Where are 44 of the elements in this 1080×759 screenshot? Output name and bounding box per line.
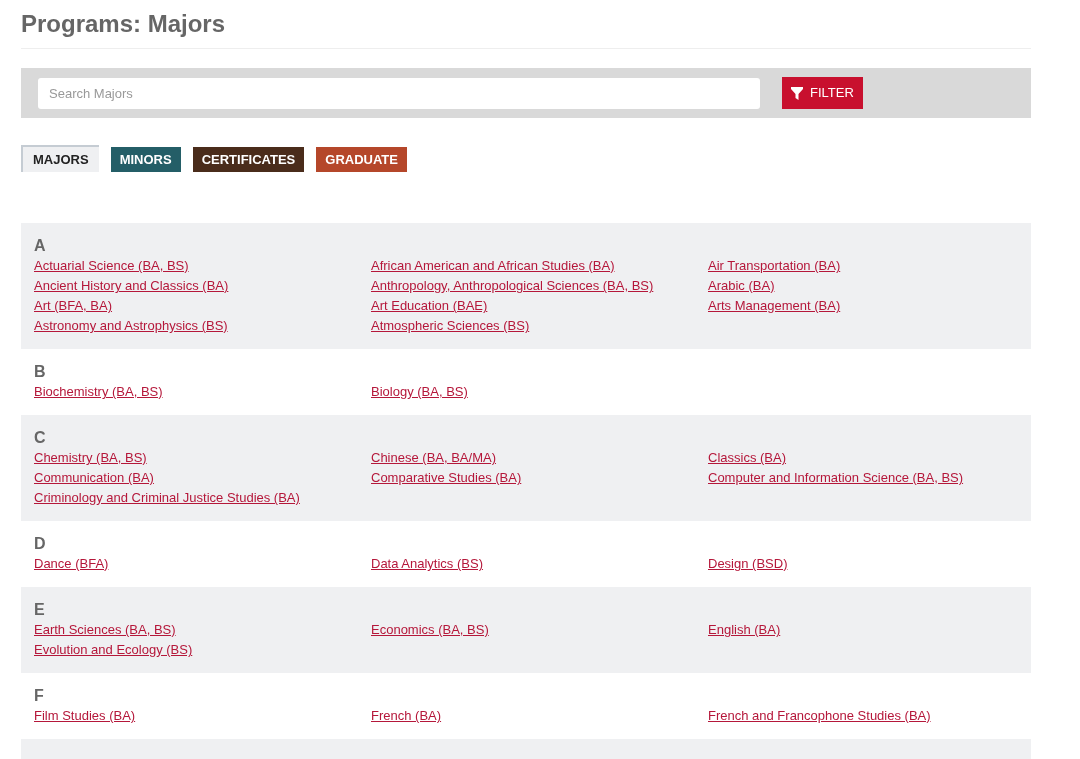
section-letter: C bbox=[34, 428, 47, 448]
major-link[interactable]: Design (BSD) bbox=[708, 554, 788, 574]
section-letter: D bbox=[34, 534, 47, 554]
major-link[interactable]: Classics (BA) bbox=[708, 448, 786, 468]
filter-button[interactable]: FILTER bbox=[782, 77, 863, 109]
major-link[interactable]: English (BA) bbox=[708, 620, 781, 640]
major-link[interactable]: French and Francophone Studies (BA) bbox=[708, 706, 931, 726]
major-link[interactable]: Economics (BA, BS) bbox=[371, 620, 489, 640]
major-link[interactable]: Anthropology, Anthropological Sciences (BA, BS) bbox=[371, 276, 654, 296]
major-link[interactable]: Criminology and Criminal Justice Studies (BA) bbox=[34, 488, 300, 508]
search-field[interactable]: Search Majors bbox=[38, 77, 760, 109]
section-letter: F bbox=[34, 686, 45, 706]
major-link[interactable]: French (BA) bbox=[371, 706, 442, 726]
major-link[interactable]: Art (BFA, BA) bbox=[34, 296, 112, 316]
major-link[interactable]: Comparative Studies (BA) bbox=[371, 468, 522, 488]
tab[interactable]: CERTIFICATES bbox=[192, 147, 305, 172]
major-link[interactable]: Biology (BA, BS) bbox=[371, 382, 468, 402]
major-link[interactable]: Chinese (BA, BA/MA) bbox=[371, 448, 496, 468]
major-link[interactable]: Computer and Information Science (BA, BS) bbox=[708, 468, 964, 488]
major-link[interactable]: Air Transportation (BA) bbox=[708, 256, 841, 276]
major-link[interactable]: African American and African Studies (BA) bbox=[371, 256, 615, 276]
section-letter: A bbox=[34, 236, 47, 256]
tab[interactable]: MINORS bbox=[110, 147, 181, 172]
major-link[interactable]: Chemistry (BA, BS) bbox=[34, 448, 147, 468]
major-link[interactable]: Evolution and Ecology (BS) bbox=[34, 640, 193, 660]
filter-icon bbox=[791, 86, 803, 100]
major-link[interactable]: Atmospheric Sciences (BS) bbox=[371, 316, 530, 336]
major-link[interactable]: Art Education (BAE) bbox=[371, 296, 488, 316]
page-title: Programs: Majors bbox=[21, 10, 227, 38]
major-link[interactable]: Data Analytics (BS) bbox=[371, 554, 483, 574]
major-link[interactable]: Arts Management (BA) bbox=[708, 296, 841, 316]
section-letter: B bbox=[34, 362, 47, 382]
major-link[interactable]: Dance (BFA) bbox=[34, 554, 109, 574]
major-link[interactable]: Communication (BA) bbox=[34, 468, 154, 488]
major-link[interactable]: Actuarial Science (BA, BS) bbox=[34, 256, 189, 276]
tab[interactable]: MAJORS bbox=[21, 145, 99, 172]
major-link[interactable]: Earth Sciences (BA, BS) bbox=[34, 620, 176, 640]
major-link[interactable]: Ancient History and Classics (BA) bbox=[34, 276, 229, 296]
major-link[interactable]: Biochemistry (BA, BS) bbox=[34, 382, 163, 402]
major-link[interactable]: Film Studies (BA) bbox=[34, 706, 136, 726]
section-letter: E bbox=[34, 600, 46, 620]
major-link[interactable]: Arabic (BA) bbox=[708, 276, 775, 296]
major-link[interactable]: Astronomy and Astrophysics (BS) bbox=[34, 316, 228, 336]
tab[interactable]: GRADUATE bbox=[316, 147, 407, 172]
